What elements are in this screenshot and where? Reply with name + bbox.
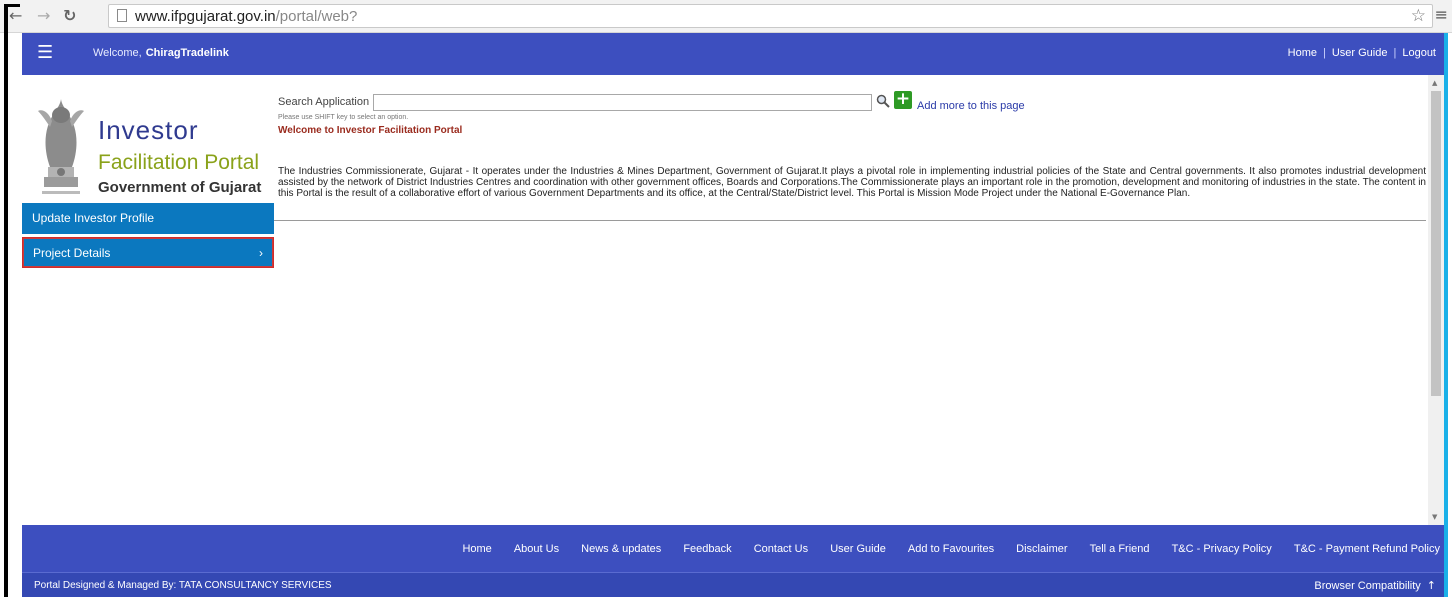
sidebar-item-label: Update Investor Profile xyxy=(32,211,155,225)
top-links: Home | User Guide | Logout xyxy=(1287,47,1436,59)
footer-link-about-us[interactable]: About Us xyxy=(514,543,559,555)
portal-logo[interactable]: Investor Facilitation Portal Government … xyxy=(30,81,274,205)
page-frame: ☰ Welcome, ChiragTradelink Home | User Guid… xyxy=(22,33,1448,597)
footer-link-payment-refund-policy[interactable]: T&C - Payment Refund Policy xyxy=(1294,543,1440,555)
footer-link-user-guide[interactable]: User Guide xyxy=(830,543,886,555)
welcome-text: Welcome, ChiragTradelink xyxy=(93,47,229,59)
add-plus-icon[interactable]: + xyxy=(894,91,912,109)
footer-link-tell-a-friend[interactable]: Tell a Friend xyxy=(1090,543,1150,555)
bottom-bar: Portal Designed & Managed By: TATA CONSU… xyxy=(22,572,1444,597)
chevron-right-icon: › xyxy=(259,246,263,260)
sidebar-item-update-investor-profile[interactable]: Update Investor Profile xyxy=(22,203,274,234)
scroll-up-icon[interactable]: ▲ xyxy=(1432,79,1437,87)
footer-link-news-updates[interactable]: News & updates xyxy=(581,543,661,555)
arrow-up-icon[interactable]: ↑ xyxy=(1427,579,1436,592)
top-header: ☰ Welcome, ChiragTradelink Home | User Guid… xyxy=(22,33,1444,75)
state-emblem-icon xyxy=(38,99,84,194)
home-link[interactable]: Home xyxy=(1288,47,1317,59)
footer-link-add-to-favourites[interactable]: Add to Favourites xyxy=(908,543,994,555)
scroll-down-icon[interactable]: ▼ xyxy=(1432,513,1437,521)
forward-arrow-icon[interactable]: → xyxy=(37,6,50,25)
search-application-label: Search Application xyxy=(278,96,370,108)
annotation-left-bar xyxy=(4,4,8,597)
add-more-link[interactable]: Add more to this page xyxy=(917,100,1025,112)
intro-paragraph: The Industries Commissionerate, Gujarat … xyxy=(278,166,1426,199)
address-bar[interactable]: www.ifpgujarat.gov.in/portal/web? ☆ xyxy=(108,4,1433,28)
welcome-message: Welcome to Investor Facilitation Portal xyxy=(278,125,463,136)
url-text: www.ifpgujarat.gov.in/portal/web? xyxy=(135,8,358,25)
footer-nav: Home About Us News & updates Feedback Co… xyxy=(22,525,1444,572)
scrollbar-thumb[interactable] xyxy=(1431,91,1441,396)
footer-link-disclaimer[interactable]: Disclaimer xyxy=(1016,543,1067,555)
browser-menu-icon[interactable]: ≡ xyxy=(1435,5,1448,24)
logout-link[interactable]: Logout xyxy=(1402,47,1436,59)
footer-links: Home About Us News & updates Feedback Co… xyxy=(443,543,1440,555)
annotation-left-bar-top xyxy=(4,4,20,7)
search-icon[interactable] xyxy=(876,94,890,108)
logo-title-line1: Investor xyxy=(98,115,199,145)
browser-compatibility-link[interactable]: Browser Compatibility ↑ xyxy=(1314,579,1436,592)
bookmark-star-icon[interactable]: ☆ xyxy=(1411,6,1426,26)
browser-toolbar: ← → ↻ www.ifpgujarat.gov.in/portal/web? … xyxy=(0,0,1452,33)
footer-link-privacy-policy[interactable]: T&C - Privacy Policy xyxy=(1172,543,1272,555)
credit-text: Portal Designed & Managed By: TATA CONSU… xyxy=(34,580,332,591)
search-hint: Please use SHIFT key to select an option… xyxy=(278,114,409,121)
hamburger-menu-icon[interactable]: ☰ xyxy=(37,44,53,62)
footer-link-contact-us[interactable]: Contact Us xyxy=(754,543,808,555)
vertical-scrollbar[interactable]: ▲ ▼ xyxy=(1428,75,1444,525)
logo-title-line2: Facilitation Portal xyxy=(98,151,260,174)
footer-link-feedback[interactable]: Feedback xyxy=(683,543,731,555)
search-application-input[interactable] xyxy=(373,94,872,111)
footer-link-home[interactable]: Home xyxy=(462,543,491,555)
user-guide-link[interactable]: User Guide xyxy=(1332,47,1388,59)
user-name: ChiragTradelink xyxy=(145,47,229,59)
logo-title-line3: Government of Gujarat xyxy=(98,179,262,196)
reload-icon[interactable]: ↻ xyxy=(63,6,76,25)
page-icon xyxy=(117,9,127,22)
sidebar-item-project-details[interactable]: Project Details › xyxy=(22,237,274,268)
sidebar-item-label: Project Details xyxy=(33,246,111,260)
divider xyxy=(274,220,1426,221)
back-arrow-icon[interactable]: ← xyxy=(9,6,22,25)
page-content: ☰ Welcome, ChiragTradelink Home | User Guid… xyxy=(22,33,1444,597)
